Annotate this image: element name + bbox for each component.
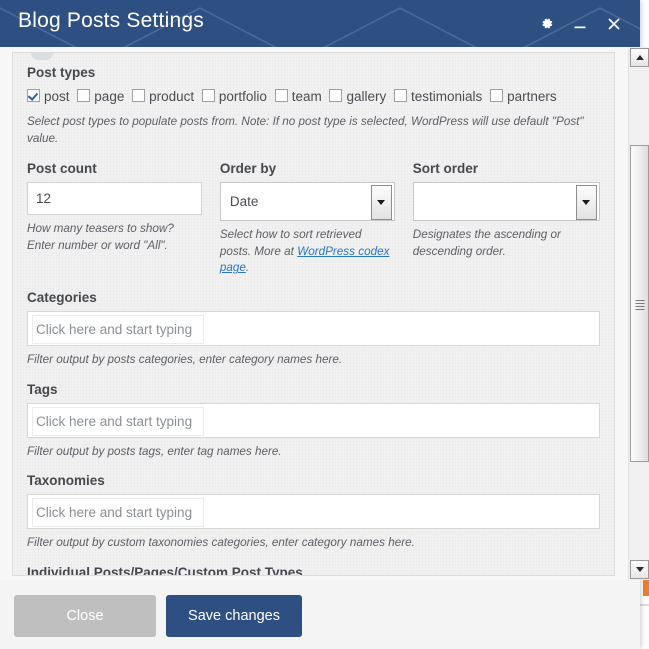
field-tags: Tags Click here and start typing Filter … — [27, 382, 600, 461]
checkbox-label: testimonials — [411, 89, 482, 104]
scrollbar-grip-icon — [635, 300, 644, 308]
post-count-input[interactable] — [27, 182, 202, 215]
post-count-description: How many teasers to show? Enter number o… — [27, 221, 202, 254]
close-icon[interactable] — [604, 14, 624, 34]
checkbox-label: product — [149, 89, 194, 104]
field-sort-order: Sort order Designates the ascending or d… — [413, 161, 600, 277]
checkbox-item-portfolio[interactable]: portfolio — [202, 89, 267, 104]
order-by-description: Select how to sort retrieved posts. More… — [220, 227, 395, 277]
order-by-label: Order by — [220, 161, 395, 176]
categories-input[interactable]: Click here and start typing — [27, 311, 600, 346]
post-types-label: Post types — [27, 65, 600, 80]
field-post-count: Post count How many teasers to show? Ent… — [27, 161, 220, 277]
checkbox-page[interactable] — [77, 89, 90, 102]
query-options-row: Post count How many teasers to show? Ent… — [27, 161, 600, 277]
checkbox-post[interactable] — [27, 89, 40, 102]
chevron-down-icon[interactable] — [576, 185, 597, 220]
checkbox-label: partners — [507, 89, 557, 104]
taxonomies-placeholder: Click here and start typing — [36, 495, 208, 530]
post-count-label: Post count — [27, 161, 202, 176]
scroll-up-arrow[interactable] — [630, 48, 649, 67]
tags-description: Filter output by posts tags, enter tag n… — [27, 444, 600, 461]
checkbox-label: portfolio — [219, 89, 267, 104]
sort-order-label: Sort order — [413, 161, 600, 176]
checkbox-item-post[interactable]: post — [27, 89, 70, 104]
checkbox-item-testimonials[interactable]: testimonials — [394, 89, 482, 104]
checkbox-item-team[interactable]: team — [275, 89, 322, 104]
tags-input[interactable]: Click here and start typing — [27, 403, 600, 438]
checkbox-portfolio[interactable] — [202, 89, 215, 102]
dialog-title: Blog Posts Settings — [18, 9, 204, 33]
checkbox-product[interactable] — [132, 89, 145, 102]
dialog-titlebar: Blog Posts Settings — [0, 0, 640, 47]
taxonomies-label: Taxonomies — [27, 473, 600, 488]
settings-form: Post types post page product portfolio t… — [13, 53, 614, 576]
checkbox-team[interactable] — [275, 89, 288, 102]
post-types-checkbox-group: post page product portfolio team gallery… — [27, 87, 600, 108]
sort-order-select[interactable] — [413, 182, 600, 221]
dialog-footer: Close Save changes — [0, 580, 640, 649]
background-row — [640, 604, 649, 606]
categories-label: Categories — [27, 290, 600, 305]
screen: Blog Posts Settings — [0, 0, 649, 649]
tags-label: Tags — [27, 382, 600, 397]
checkbox-label: page — [94, 89, 124, 104]
checkbox-testimonials[interactable] — [394, 89, 407, 102]
scrollbar-thumb[interactable] — [630, 145, 649, 462]
checkbox-label: gallery — [346, 89, 386, 104]
order-by-value: Date — [230, 183, 259, 220]
checkbox-item-partners[interactable]: partners — [490, 89, 557, 104]
field-individual-posts: Individual Posts/Pages/Custom Post Types… — [27, 565, 600, 576]
settings-scroll-pane[interactable]: Post types post page product portfolio t… — [0, 47, 640, 580]
field-order-by: Order by Date Select how to sort retriev… — [220, 161, 413, 277]
titlebar-buttons — [536, 0, 624, 47]
gear-icon[interactable] — [536, 14, 556, 34]
checkbox-item-page[interactable]: page — [77, 89, 124, 104]
field-categories: Categories Click here and start typing F… — [27, 290, 600, 369]
settings-dialog: Blog Posts Settings — [0, 0, 640, 649]
categories-placeholder: Click here and start typing — [36, 312, 208, 347]
checkbox-gallery[interactable] — [329, 89, 342, 102]
order-by-select[interactable]: Date — [220, 182, 395, 221]
sort-order-description: Designates the ascending or descending o… — [413, 227, 600, 260]
categories-description: Filter output by posts categories, enter… — [27, 352, 600, 369]
minimize-icon[interactable] — [570, 14, 590, 34]
taxonomies-description: Filter output by custom taxonomies categ… — [27, 535, 600, 552]
settings-panel: Post types post page product portfolio t… — [12, 52, 615, 576]
checkbox-item-product[interactable]: product — [132, 89, 194, 104]
vertical-scrollbar[interactable] — [628, 47, 649, 580]
checkbox-item-gallery[interactable]: gallery — [329, 89, 386, 104]
field-taxonomies: Taxonomies Click here and start typing F… — [27, 473, 600, 552]
save-changes-button[interactable]: Save changes — [166, 595, 302, 637]
close-button[interactable]: Close — [14, 595, 156, 637]
background-row — [643, 580, 649, 596]
checkbox-label: post — [44, 89, 70, 104]
scroll-down-arrow[interactable] — [630, 560, 649, 579]
checkbox-partners[interactable] — [490, 89, 503, 102]
order-by-desc-tail: . — [246, 261, 249, 274]
taxonomies-input[interactable]: Click here and start typing — [27, 494, 600, 529]
individual-posts-label: Individual Posts/Pages/Custom Post Types — [27, 565, 600, 576]
tags-placeholder: Click here and start typing — [36, 404, 208, 439]
chevron-down-icon[interactable] — [371, 185, 392, 220]
checkbox-label: team — [292, 89, 322, 104]
field-post-types: Post types post page product portfolio t… — [27, 65, 600, 147]
post-types-description: Select post types to populate posts from… — [27, 114, 600, 147]
